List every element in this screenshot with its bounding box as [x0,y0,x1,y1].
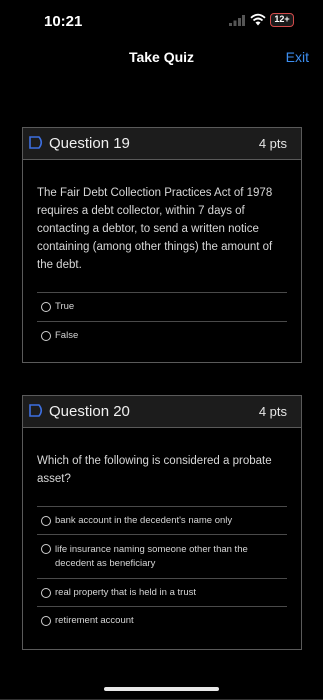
answer-option-true[interactable]: True [37,292,287,321]
question-header: Question 20 4 pts [23,396,301,428]
option-label: False [55,330,79,341]
question-points: 4 pts [258,136,287,151]
answer-option-real-property[interactable]: real property that is held in a trust [37,578,287,606]
wifi-icon [250,13,266,26]
question-card-20: Question 20 4 pts Which of the following… [22,395,302,650]
option-label: retirement account [55,614,134,626]
question-title: Question 20 [49,403,130,420]
status-bar: 10:21 12+ [0,0,323,42]
radio-unselected-icon[interactable] [41,587,51,598]
flag-icon[interactable] [29,404,45,417]
answer-option-bank-account[interactable]: bank account in the decedent's name only [37,506,287,534]
exit-button[interactable]: Exit [286,49,309,65]
answer-option-retirement[interactable]: retirement account [37,606,287,634]
battery-level: 12+ [274,14,290,24]
battery-icon: 12+ [270,13,294,27]
question-title: Question 19 [49,135,130,152]
home-indicator[interactable] [104,687,219,691]
radio-unselected-icon[interactable] [41,331,51,341]
signal-icon [229,15,245,26]
answer-options: True False [37,292,287,350]
answer-options: bank account in the decedent's name only… [37,506,287,634]
radio-unselected-icon[interactable] [41,544,51,554]
answer-option-life-insurance[interactable]: life insurance naming someone other than… [37,534,287,578]
option-label: life insurance naming someone other than… [55,543,248,569]
option-label: True [55,301,75,312]
radio-unselected-icon[interactable] [41,615,51,626]
question-header: Question 19 4 pts [23,128,301,160]
question-text: Which of the following is considered a p… [37,455,272,485]
status-time: 10:21 [44,13,83,30]
radio-unselected-icon[interactable] [41,302,51,312]
option-label: real property that is held in a trust [55,586,196,598]
question-text: The Fair Debt Collection Practices Act o… [37,187,273,271]
radio-unselected-icon[interactable] [41,515,51,526]
question-points: 4 pts [258,404,287,419]
flag-icon[interactable] [29,136,45,149]
question-card-19: Question 19 4 pts The Fair Debt Collecti… [22,127,302,363]
nav-bar: Take Quiz Exit [0,42,323,74]
page-title: Take Quiz [128,49,195,65]
answer-option-false[interactable]: False [37,321,287,350]
option-label: bank account in the decedent's name only [55,514,233,526]
